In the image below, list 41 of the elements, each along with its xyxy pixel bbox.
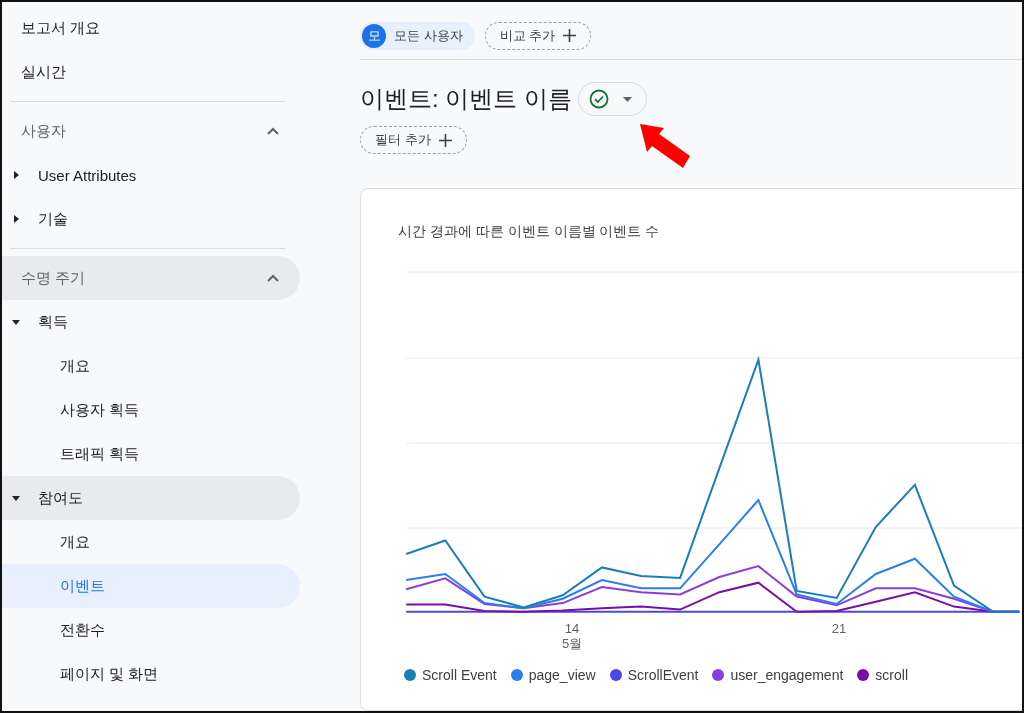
x-axis-label: 21 (831, 621, 847, 637)
group-highlight[interactable]: 참여도 (2, 476, 300, 520)
nav-item[interactable]: 실시간 (21, 62, 66, 82)
caret-down-icon (623, 96, 632, 102)
nav-item[interactable]: 이벤트 (60, 576, 105, 596)
nav-item[interactable]: 개요 (60, 356, 90, 376)
legend-label: page_view (528, 667, 596, 684)
legend-label: Scroll Event (422, 667, 497, 684)
nav-group[interactable]: User Attributes (38, 166, 137, 184)
legend-label: ScrollEvent (627, 667, 699, 684)
caret-down-icon[interactable] (12, 494, 20, 502)
section-header-highlight[interactable]: 수명 주기 (2, 256, 300, 300)
caret-right-icon[interactable] (12, 215, 20, 223)
section-label[interactable]: 수명 주기 (21, 268, 86, 288)
chart-title: 시간 경과에 따른 이벤트 이름별 이벤트 수 (398, 223, 661, 242)
pointer-arrow-drawing (638, 122, 692, 170)
nav-group[interactable]: 기술 (38, 209, 68, 229)
x-axis-label: 14 (564, 621, 580, 637)
segment-chip[interactable]: 모 모든 사용자 (360, 21, 475, 50)
plus-icon (563, 29, 577, 43)
nav-group[interactable]: 획득 (38, 312, 68, 332)
page-title: 이벤트: 이벤트 이름 (360, 84, 572, 115)
segment-avatar: 모 (362, 23, 386, 48)
section-label[interactable]: 사용자 (21, 121, 66, 141)
nav-item[interactable]: 사용자 획득 (60, 400, 140, 420)
nav-item[interactable]: 보고서 개요 (21, 18, 101, 38)
nav-group[interactable]: 참여도 (38, 488, 83, 508)
plus-icon (438, 133, 452, 147)
caret-down-icon[interactable] (12, 318, 20, 326)
nav-item[interactable]: 개요 (60, 532, 90, 552)
selected-nav-item-highlight[interactable]: 이벤트 (2, 564, 300, 608)
legend-label: scroll (875, 667, 908, 684)
x-axis-label: 5월 (561, 636, 583, 652)
segment-label: 모든 사용자 (394, 26, 463, 45)
caret-right-icon[interactable] (12, 171, 20, 179)
nav-item[interactable]: 전환수 (60, 620, 105, 640)
status-dropdown[interactable] (578, 82, 647, 117)
nav-item[interactable]: 페이지 및 화면 (60, 664, 159, 684)
check-circle-icon (589, 89, 609, 110)
nav-item[interactable]: 트래픽 획득 (60, 444, 140, 464)
legend-label: user_engagement (730, 667, 844, 684)
